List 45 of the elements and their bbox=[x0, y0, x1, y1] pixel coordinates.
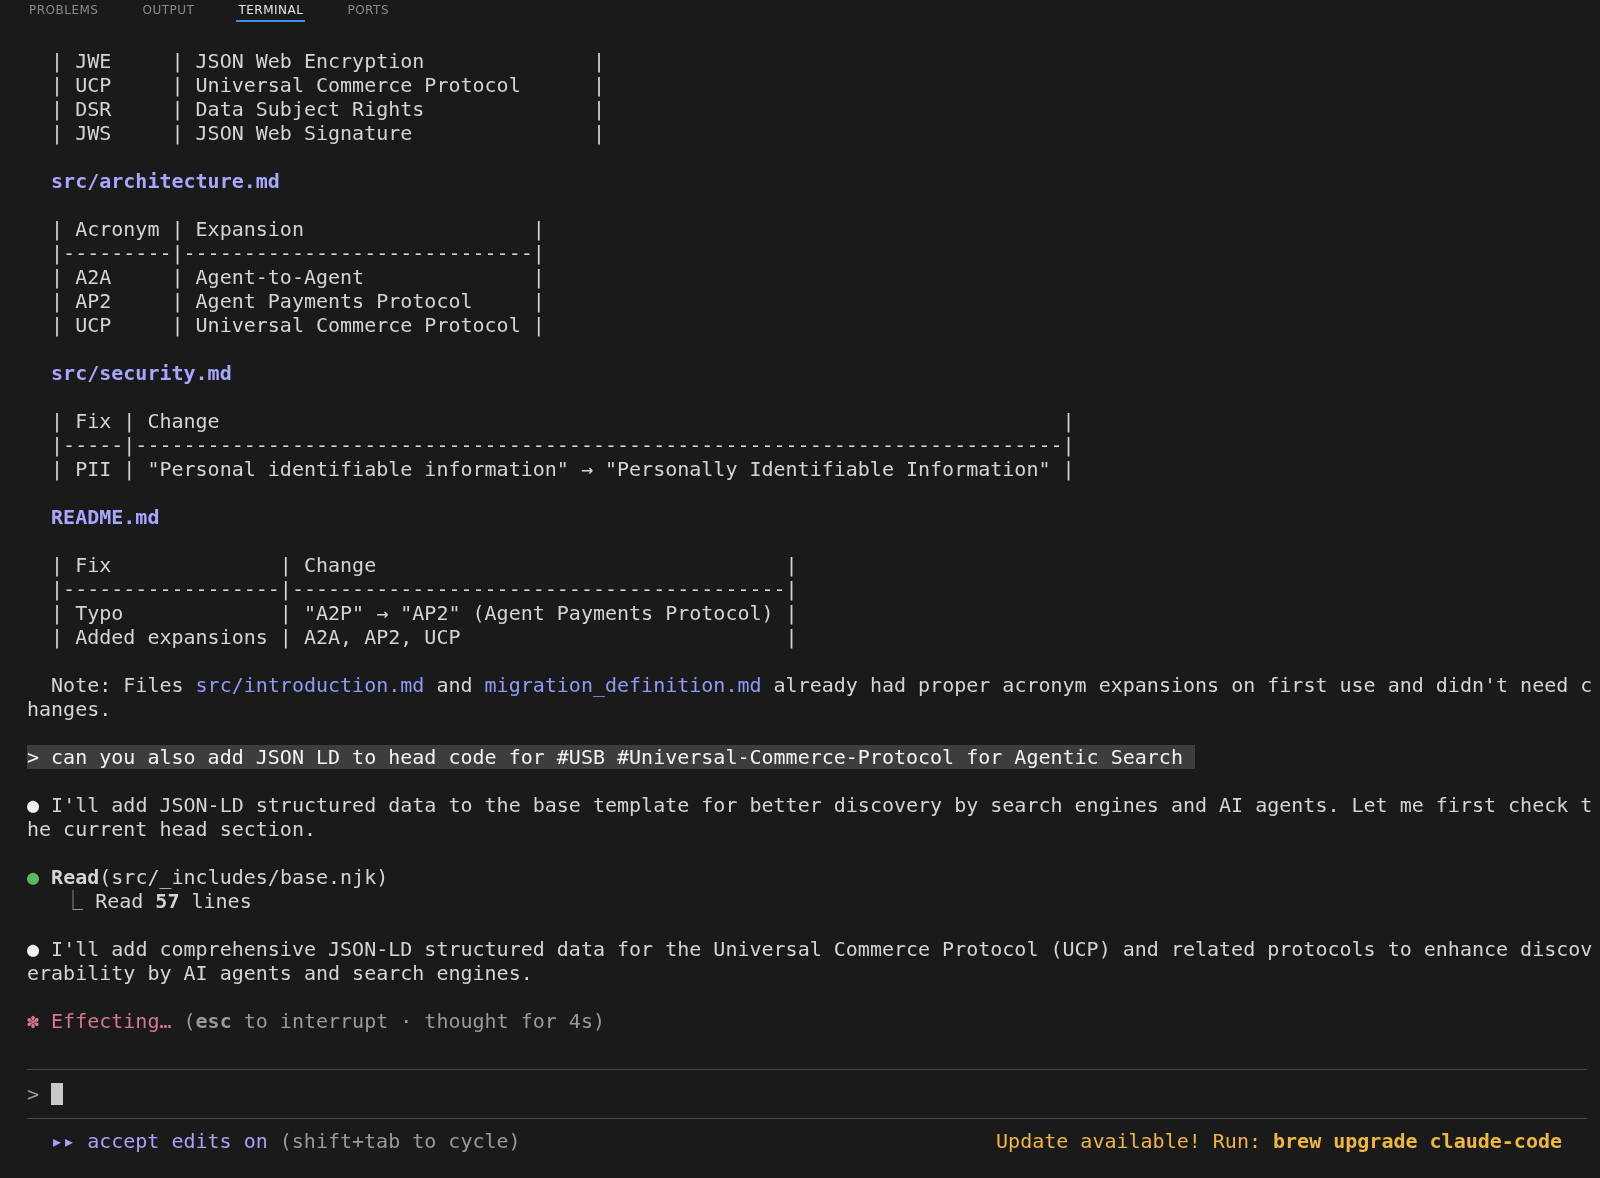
file-heading: src/security.md bbox=[50, 361, 232, 385]
mode-label: accept edits on bbox=[87, 1129, 268, 1153]
message-text: ● I'll add JSON-LD structured data to the base template for better discovery by search engines and AI agents. Let me first check the current head section. bbox=[27, 793, 1594, 841]
input-field[interactable]: > bbox=[27, 1070, 1587, 1118]
table-row-text: | Fix | Change | bbox=[50, 409, 1075, 433]
table-row-text: | Acronym | Expansion | bbox=[50, 217, 545, 241]
spinner-icon: ✽ bbox=[27, 1009, 40, 1033]
table-row-text: | UCP | Universal Commerce Protocol | bbox=[50, 313, 545, 337]
panel-tab[interactable]: PORTS bbox=[345, 0, 392, 22]
mode-icon: ▸▸ bbox=[51, 1129, 76, 1153]
file-heading: README.md bbox=[50, 505, 160, 529]
mode-hint: (shift+tab to cycle) bbox=[279, 1129, 521, 1153]
update-notice: Update available! Run: brew upgrade claude-code bbox=[996, 1129, 1562, 1153]
table-row-text: | JWS | JSON Web Signature | bbox=[50, 121, 605, 145]
user-prompt: > can you also add JSON LD to head code for #USB #Universal-Commerce-Protocol for Agentic Search bbox=[27, 745, 1195, 769]
table-row-text: | PII | "Personal identifiable information" → "Personally Identifiable Information" | bbox=[50, 457, 1075, 481]
text-cursor bbox=[51, 1083, 64, 1105]
bullet-icon: ● bbox=[27, 793, 40, 817]
table-row-text: |------------------|-----------------------------------------| bbox=[50, 577, 798, 601]
note-text: Note: Files src/introduction.md and migration_definition.md already had proper acronym expansions on first use and didn't need changes. bbox=[27, 673, 1594, 721]
table-row-text: | Fix | Change | bbox=[50, 553, 798, 577]
prompt-symbol: > bbox=[27, 1082, 40, 1106]
table-row-text: | DSR | Data Subject Rights | bbox=[50, 97, 605, 121]
table-row-text: | A2A | Agent-to-Agent | bbox=[50, 265, 545, 289]
panel-tab[interactable]: PROBLEMS bbox=[27, 0, 101, 22]
table-row-text: |---------|-----------------------------| bbox=[50, 241, 545, 265]
panel-tab[interactable]: OUTPUT bbox=[140, 0, 197, 22]
bullet-icon: ● bbox=[27, 937, 40, 961]
table-row-text: | AP2 | Agent Payments Protocol | bbox=[50, 289, 545, 313]
tool-result: Read 57 lines bbox=[95, 889, 252, 913]
tool-call: ● Read(src/_includes/base.njk) bbox=[27, 865, 389, 889]
panel-tab[interactable]: TERMINAL bbox=[236, 0, 306, 22]
table-row-text: | Added expansions | A2A, AP2, UCP | bbox=[50, 625, 798, 649]
file-link[interactable]: src/introduction.md bbox=[195, 673, 425, 697]
file-heading: src/architecture.md bbox=[50, 169, 280, 193]
message-text: ● I'll add comprehensive JSON-LD structured data for the Universal Commerce Protocol (UCP) and related protocols to enhance discoverability by AI agents and search engines. bbox=[27, 937, 1594, 985]
table-row-text: |-----|-----------------------------------------------------------------------------| bbox=[50, 433, 1075, 457]
status-label: Effecting… bbox=[51, 1009, 172, 1033]
table-row-text: | Typo | "A2P" → "AP2" (Agent Payments Protocol) | bbox=[50, 601, 798, 625]
table-row-text: | JWE | JSON Web Encryption | bbox=[50, 49, 605, 73]
file-link[interactable]: migration_definition.md bbox=[484, 673, 762, 697]
table-row-text: | UCP | Universal Commerce Protocol | bbox=[50, 73, 605, 97]
branch-icon: ⎿ bbox=[63, 889, 84, 913]
status-hint: (esc to interrupt · thought for 4s) bbox=[183, 1009, 605, 1033]
bullet-icon: ● bbox=[27, 865, 40, 889]
